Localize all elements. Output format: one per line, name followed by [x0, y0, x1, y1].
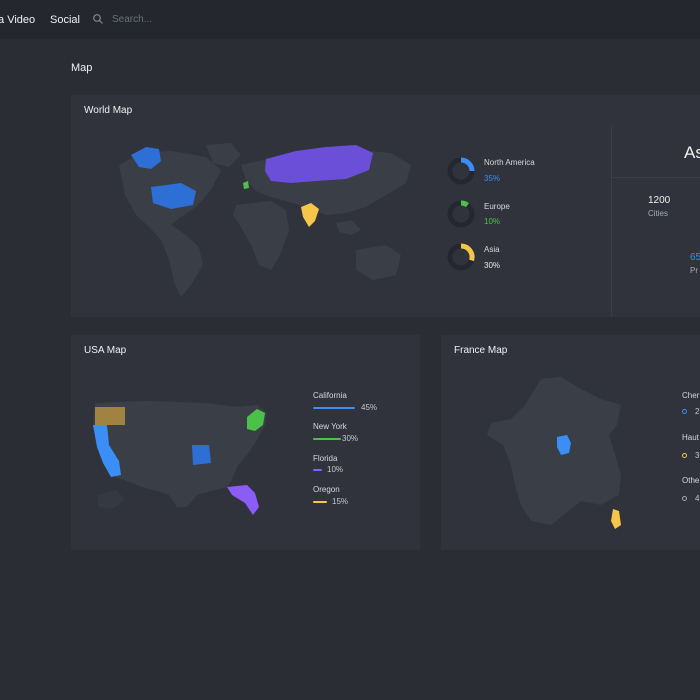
state-oregon	[95, 407, 125, 425]
department-haute	[611, 509, 621, 529]
search-icon[interactable]	[92, 13, 104, 25]
new-york-bar	[313, 438, 341, 440]
top-navigation-bar: a Video Social	[0, 0, 700, 39]
north-america-label: North America	[484, 158, 535, 167]
new-york-label: New York	[313, 422, 347, 431]
other-value: 4	[695, 494, 700, 503]
nav-item-video-prefix: a	[0, 14, 5, 26]
stats-divider-horizontal	[612, 177, 700, 178]
cher-marker	[682, 409, 687, 414]
world-region-europe	[243, 181, 249, 189]
usa-map-graphic[interactable]	[87, 395, 287, 525]
europe-label: Europe	[484, 202, 510, 211]
other-marker	[682, 496, 687, 501]
california-label: California	[313, 391, 347, 400]
asia-donut	[447, 243, 475, 271]
cher-label: Cher	[682, 391, 700, 400]
state-missouri	[192, 445, 211, 465]
world-map-card: World Map North America 35% Europe 10% A…	[71, 95, 700, 317]
europe-value: 10%	[484, 217, 501, 226]
oregon-value: 15%	[332, 497, 349, 506]
nav-item-video-label: Video	[7, 14, 36, 26]
world-landmass-australia	[356, 245, 401, 280]
north-america-donut	[447, 157, 475, 185]
nav-item-video[interactable]: a Video	[0, 14, 35, 26]
world-landmass-africa	[233, 201, 289, 270]
haut-marker	[682, 453, 687, 458]
haut-label: Haut	[682, 433, 699, 442]
france-map-card: France Map Cher 2 Haut 3 Othe 4	[441, 335, 700, 550]
oregon-bar	[313, 501, 327, 503]
france-landmass	[487, 377, 621, 525]
california-bar	[313, 407, 355, 409]
haut-value: 3	[695, 451, 700, 460]
stats-heading: As	[684, 143, 700, 162]
france-map-graphic[interactable]	[481, 375, 631, 535]
cities-value: 1200	[648, 195, 671, 206]
north-america-value: 35%	[484, 174, 501, 183]
florida-label: Florida	[313, 454, 338, 463]
oregon-label: Oregon	[313, 485, 340, 494]
usa-alaska	[97, 490, 125, 509]
asia-value: 30%	[484, 261, 501, 270]
usa-map-card: USA Map California 45% New York 30% Flor…	[71, 335, 420, 550]
other-label: Othe	[682, 476, 700, 485]
france-map-title: France Map	[454, 345, 508, 356]
cher-value: 2	[695, 407, 700, 416]
florida-value: 10%	[327, 465, 344, 474]
state-florida	[227, 485, 259, 515]
cities-label: Cities	[648, 209, 669, 218]
florida-bar	[313, 469, 322, 471]
california-value: 45%	[361, 403, 378, 412]
page-title: Map	[71, 62, 93, 74]
world-map-graphic[interactable]	[111, 135, 431, 305]
world-map-title: World Map	[84, 105, 133, 116]
stats-partial-value: 65	[690, 252, 700, 263]
world-landmass-americas	[119, 151, 221, 297]
stats-partial-label: Pr	[690, 266, 698, 275]
asia-label: Asia	[484, 245, 500, 254]
world-landmass-se-asia	[336, 220, 361, 235]
search-input[interactable]	[108, 11, 316, 27]
new-york-value: 30%	[342, 434, 359, 443]
stats-divider-vertical	[611, 125, 612, 317]
europe-donut	[447, 200, 475, 228]
nav-item-social[interactable]: Social	[50, 14, 80, 26]
usa-map-title: USA Map	[84, 345, 127, 356]
